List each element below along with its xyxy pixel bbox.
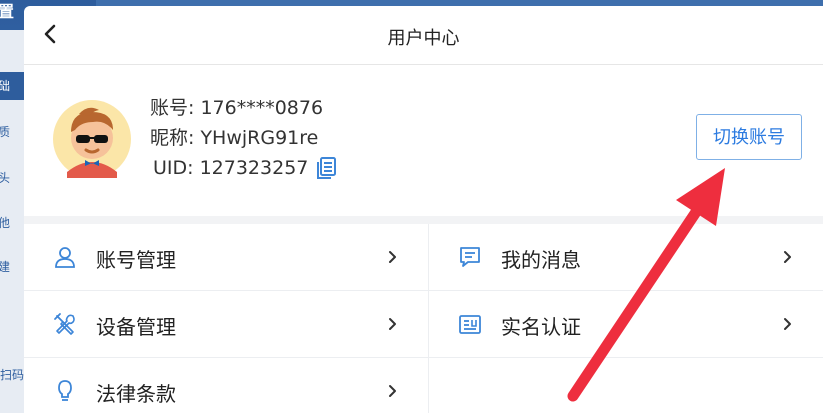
menu-item-real-name-auth[interactable]: 实名认证 [429,291,823,358]
account-info: 账号: 176****0876 昵称: YHwjRG91re UID: 1273… [150,93,338,183]
tools-icon [54,313,75,335]
account-number: 账号: 176****0876 [150,97,324,119]
background-sidebar-item: 建 [0,260,11,274]
background-scan-label: 扫码 [0,368,25,382]
chevron-right-icon [389,318,396,330]
dialog-header: 用户中心 [24,6,823,65]
avatar-image [53,100,131,178]
avatar [53,100,131,178]
menu-grid: 账号管理 设备管理 法律条款 我的消息 实名认证 [24,224,823,413]
id-card-icon [459,315,481,334]
background-sidebar-item: 头 [0,171,11,185]
menu-item-my-messages[interactable]: 我的消息 [429,224,823,291]
background-sidebar-item: 他 [0,216,11,230]
menu-label: 设备管理 [96,315,176,339]
copy-icon[interactable] [314,156,338,180]
menu-item-legal-terms[interactable]: 法律条款 [24,358,429,413]
chevron-right-icon [389,251,396,263]
background-sidebar-title: 置 [0,2,15,21]
switch-account-button[interactable]: 切换账号 [696,114,802,160]
section-divider [24,216,823,224]
message-icon [460,247,480,267]
user-center-dialog: 用户中心 账号: 176****0876 昵称: YHwjRG91re UID:… [24,6,823,413]
menu-item-device-manage[interactable]: 设备管理 [24,291,429,358]
menu-item-account-manage[interactable]: 账号管理 [24,224,429,291]
background-sidebar-item: 质 [0,125,11,139]
uid-text: UID: 127323257 [153,157,309,179]
user-icon [55,247,75,268]
uid-row: UID: 127323257 [150,153,338,183]
background-sidebar-item: 础 [0,72,24,100]
lightbulb-icon [58,380,72,401]
menu-label: 我的消息 [501,248,581,272]
nickname: 昵称: YHwjRG91re [150,127,319,149]
profile-section: 账号: 176****0876 昵称: YHwjRG91re UID: 1273… [24,65,823,215]
chevron-right-icon [784,318,791,330]
menu-label: 实名认证 [501,315,581,339]
menu-label: 账号管理 [96,248,176,272]
page-title: 用户中心 [387,28,460,49]
chevron-right-icon [389,385,396,397]
menu-label: 法律条款 [96,382,176,406]
chevron-right-icon [784,251,791,263]
